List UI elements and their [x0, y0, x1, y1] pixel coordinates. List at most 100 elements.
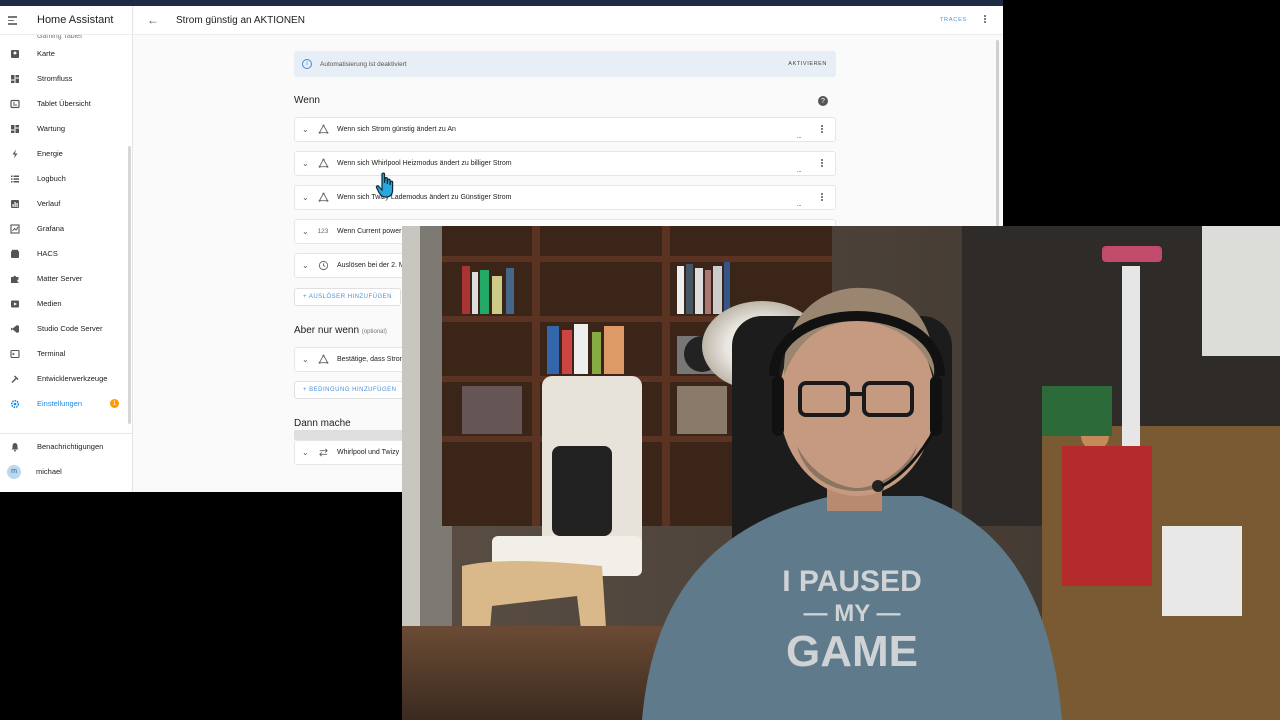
sidebar-list: Gaming Tablet Karte Stromfluss Tablet Üb…	[0, 35, 133, 416]
overflow-menu-icon[interactable]	[820, 125, 824, 135]
sidebar-item-label: HACS	[37, 249, 58, 258]
sidebar-item-terminal[interactable]: Terminal	[0, 341, 133, 366]
overflow-menu-icon[interactable]	[820, 193, 824, 203]
hammer-icon	[9, 373, 20, 384]
sidebar-item-label: Karte	[37, 49, 55, 58]
sidebar-item-logbuch[interactable]: Logbuch	[0, 166, 133, 191]
add-condition-button[interactable]: + BEDINGUNG HINZUFÜGEN	[294, 381, 406, 399]
conditions-heading: Aber nur wenn (optional)	[294, 325, 387, 336]
triggers-heading: Wenn	[294, 95, 320, 106]
info-icon: i	[302, 59, 312, 69]
sidebar-item-entwickler[interactable]: Entwicklerwerkzeuge	[0, 366, 133, 391]
chart-box-icon	[9, 223, 20, 234]
toolbar: ← Strom günstig an AKTIONEN TRACES	[134, 6, 1003, 35]
drag-handle-icon[interactable]	[796, 160, 802, 209]
sidebar-item-stromfluss[interactable]: Stromfluss	[0, 66, 133, 91]
overflow-menu-icon[interactable]	[820, 159, 824, 169]
sidebar-header: Home Assistant	[0, 6, 132, 35]
sidebar-item-energie[interactable]: Energie	[0, 141, 133, 166]
sidebar-item-label: Entwicklerwerkzeuge	[37, 374, 108, 383]
sidebar-item-profile[interactable]: m michael	[0, 459, 132, 484]
sidebar-item-label: Einstellungen	[37, 399, 83, 408]
automation-editor: i Automatisierung ist deaktiviert AKTIVI…	[294, 51, 836, 465]
vscode-icon	[9, 323, 20, 334]
state-icon	[317, 158, 329, 170]
shirt-text-line2: — MY —	[804, 600, 901, 627]
swap-icon	[317, 447, 329, 459]
chart-icon	[9, 198, 20, 209]
chevron-down-icon[interactable]: ⌄	[302, 193, 310, 202]
chevron-down-icon[interactable]: ⌄	[302, 227, 310, 236]
action-text: Whirlpool und Twizy	[337, 449, 400, 456]
drag-handle-icon[interactable]	[796, 194, 802, 243]
sidebar-item-benachrichtigungen[interactable]: Benachrichtigungen	[0, 434, 132, 459]
chevron-down-icon[interactable]: ⌄	[302, 448, 310, 457]
sidebar-item-label: Terminal	[37, 349, 66, 358]
state-icon	[317, 124, 329, 136]
back-arrow-icon[interactable]: ←	[147, 13, 159, 27]
chevron-down-icon[interactable]: ⌄	[302, 159, 310, 168]
chevron-down-icon[interactable]: ⌄	[302, 261, 310, 270]
sidebar-item-grafana[interactable]: Grafana	[0, 216, 133, 241]
trigger-row[interactable]: ⌄ Wenn sich Strom günstig ändert zu An	[294, 117, 836, 175]
sidebar-item-label: Matter Server	[37, 274, 83, 283]
notification-badge: 1	[110, 399, 119, 408]
sidebar-item-label: Stromfluss	[37, 74, 73, 83]
sidebar-item-einstellungen[interactable]: Einstellungen 1	[0, 391, 133, 416]
sidebar-item-verlauf[interactable]: Verlauf	[0, 191, 133, 216]
sidebar: Home Assistant Gaming Tablet Karte Strom…	[0, 6, 133, 492]
bell-icon	[9, 441, 20, 452]
puzzle-icon	[9, 273, 20, 284]
sidebar-bottom: Benachrichtigungen m michael	[0, 434, 132, 484]
dashboard-icon	[9, 73, 20, 84]
chevron-down-icon[interactable]: ⌄	[302, 355, 310, 364]
media-icon	[9, 298, 20, 309]
trigger-text: Wenn sich Whirlpool Heizmodus ändert zu …	[337, 160, 512, 167]
sidebar-item-hacs[interactable]: HACS	[0, 241, 133, 266]
tablet-icon	[9, 98, 20, 109]
sidebar-item-label: michael	[36, 467, 62, 476]
trigger-text: Auslösen bei der 2. M	[337, 262, 405, 269]
actions-heading: Dann mache	[294, 418, 351, 429]
sidebar-item-label: Verlauf	[37, 199, 61, 208]
traces-button[interactable]: TRACES	[940, 17, 967, 23]
dashboard-icon	[9, 123, 20, 134]
chevron-down-icon[interactable]: ⌄	[302, 125, 310, 134]
terminal-icon	[9, 348, 20, 359]
sidebar-item-tablet[interactable]: Tablet Übersicht	[0, 91, 133, 116]
shirt-text-line3: GAME	[786, 627, 918, 676]
list-icon	[9, 173, 20, 184]
trigger-text: Wenn Current power	[337, 228, 402, 235]
sidebar-item-medien[interactable]: Medien	[0, 291, 133, 316]
clock-icon	[317, 260, 329, 272]
drag-handle-icon[interactable]	[796, 126, 802, 175]
sidebar-item-karte[interactable]: Karte	[0, 41, 133, 66]
sidebar-item-matter[interactable]: Matter Server	[0, 266, 133, 291]
sidebar-item-wartung[interactable]: Wartung	[0, 116, 133, 141]
hacs-icon	[9, 248, 20, 259]
webcam-overlay: I PAUSED — MY — GAME	[402, 226, 1280, 720]
page-title: Strom günstig an AKTIONEN	[176, 14, 305, 26]
sidebar-scrollbar[interactable]	[128, 146, 131, 424]
sidebar-title: Home Assistant	[37, 14, 114, 26]
sidebar-item-studio-code[interactable]: Studio Code Server	[0, 316, 133, 341]
help-icon[interactable]: ?	[818, 96, 828, 106]
sidebar-item-label: Tablet Übersicht	[37, 99, 91, 108]
main-scrollbar[interactable]	[996, 40, 999, 240]
sidebar-item-label: Energie	[37, 149, 63, 158]
conditions-heading-text: Aber nur wenn	[294, 325, 360, 336]
numeric-icon: 123	[317, 228, 329, 235]
disabled-alert: i Automatisierung ist deaktiviert AKTIVI…	[294, 51, 836, 77]
avatar: m	[7, 464, 21, 479]
overflow-menu-icon[interactable]	[983, 15, 987, 26]
webcam-scene: I PAUSED — MY — GAME	[402, 226, 1280, 720]
enable-button[interactable]: AKTIVIEREN	[788, 61, 827, 67]
menu-icon[interactable]	[8, 15, 20, 25]
add-trigger-button[interactable]: + AUSLÖSER HINZUFÜGEN	[294, 288, 402, 306]
hand-cursor-icon	[375, 172, 394, 198]
trigger-text: Wenn sich Twizy Lademodus ändert zu Güns…	[337, 194, 512, 201]
gear-icon	[9, 398, 20, 409]
condition-text: Bestätige, dass Stron	[337, 356, 404, 363]
sidebar-item-label: Benachrichtigungen	[37, 442, 104, 451]
trigger-text: Wenn sich Strom günstig ändert zu An	[337, 126, 456, 133]
